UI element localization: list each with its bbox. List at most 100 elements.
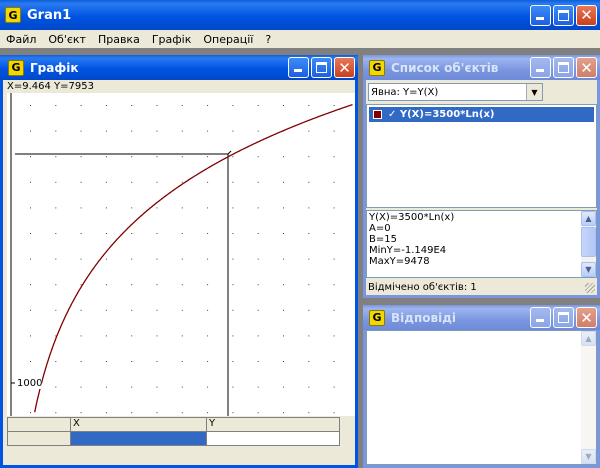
app-title-bar[interactable]: G Gran1 ✕ (0, 0, 600, 30)
grid-dot (283, 309, 284, 311)
graph-maximize-button[interactable] (311, 57, 332, 78)
detail-formula: Y(X)=3500*Ln(x) (369, 212, 455, 223)
grid-dot (257, 386, 259, 388)
grid-dot (207, 361, 209, 362)
values-table[interactable]: X Y (7, 417, 355, 447)
grid-dot (232, 207, 234, 209)
menu-graph[interactable]: Графік (146, 33, 198, 46)
answers-maximize-button[interactable] (553, 307, 574, 328)
answers-close-button[interactable]: ✕ (576, 307, 597, 328)
grid-dot (105, 412, 107, 414)
grid-dot (131, 105, 133, 106)
graph-window-icon: G (8, 59, 24, 76)
grid-dot (308, 412, 310, 414)
objects-close-button[interactable]: ✕ (576, 57, 597, 78)
scroll-up-icon[interactable]: ▲ (581, 211, 596, 226)
grid-dot (257, 361, 259, 362)
menu-file[interactable]: Файл (0, 33, 42, 46)
grid-dot (30, 207, 31, 209)
menu-help[interactable]: ? (259, 33, 277, 46)
grid-dot (80, 207, 82, 209)
function-type-select[interactable]: Явна: Y=Y(X) ▼ (368, 83, 543, 101)
graph-close-button[interactable]: ✕ (334, 57, 355, 78)
grid-dot (131, 284, 133, 286)
grid-dot (257, 156, 259, 158)
grid-dot (308, 233, 310, 234)
graph-minimize-button[interactable] (288, 57, 309, 78)
grid-dot (131, 258, 133, 260)
function-curve (34, 103, 353, 413)
grid-dot (80, 335, 82, 337)
cursor-marker (227, 150, 232, 155)
grid-dot (283, 284, 284, 286)
grid-dot (207, 309, 209, 311)
details-scrollbar[interactable]: ▲ ▼ (581, 211, 596, 277)
resize-grip-icon[interactable] (585, 283, 595, 293)
grid-dot (156, 412, 158, 414)
grid-dot (257, 309, 259, 311)
table-cell-y[interactable] (206, 431, 340, 446)
grid-dot (105, 130, 107, 132)
objects-maximize-button[interactable] (553, 57, 574, 78)
grid-dot (105, 258, 107, 260)
list-item[interactable]: ✓ Y(X)=3500*Ln(x) (369, 107, 594, 122)
grid-dot (30, 156, 31, 158)
grid-dot (30, 181, 31, 183)
plot-area[interactable]: 1000 (7, 93, 355, 416)
grid-dot (333, 207, 335, 209)
grid-dots (30, 105, 335, 414)
grid-dot (257, 233, 259, 234)
menu-edit[interactable]: Правка (92, 33, 146, 46)
answers-window-title-bar[interactable]: G Відповіді ✕ (363, 305, 600, 330)
grid-dot (308, 309, 310, 311)
answers-scroll-up-icon[interactable]: ▲ (581, 331, 596, 346)
objects-window-icon: G (369, 59, 385, 76)
grid-dot (181, 284, 183, 286)
grid-dot (232, 181, 234, 183)
menu-object[interactable]: Об'єкт (42, 33, 92, 46)
grid-dot (131, 309, 133, 311)
grid-dot (55, 386, 57, 388)
grid-dot (156, 130, 158, 132)
answers-minimize-button[interactable] (530, 307, 551, 328)
answers-scrollbar[interactable]: ▲ ▼ (581, 331, 596, 464)
grid-dot (131, 412, 133, 414)
grid-dot (308, 386, 310, 388)
grid-dot (207, 105, 209, 106)
grid-dot (257, 181, 259, 183)
menu-operations[interactable]: Операції (197, 33, 259, 46)
graph-window-title-bar[interactable]: G Графік ✕ (0, 55, 358, 80)
grid-dot (80, 233, 82, 234)
grid-dot (207, 156, 209, 158)
grid-dot (181, 156, 183, 158)
grid-dot (55, 284, 57, 286)
grid-dot (283, 105, 284, 106)
grid-dot (105, 284, 107, 286)
chevron-down-icon[interactable]: ▼ (526, 84, 542, 100)
grid-dot (131, 181, 133, 183)
scroll-thumb[interactable] (581, 227, 596, 257)
grid-dot (333, 284, 335, 286)
app-close-button[interactable]: ✕ (576, 4, 597, 26)
objects-window-title-bar[interactable]: G Список об'єктів ✕ (363, 55, 600, 80)
app-maximize-button[interactable] (553, 4, 574, 26)
grid-dot (131, 386, 133, 388)
objects-minimize-button[interactable] (530, 57, 551, 78)
grid-dot (257, 130, 259, 132)
grid-dot (181, 412, 183, 414)
grid-dot (333, 361, 335, 362)
grid-dot (232, 156, 234, 158)
grid-dot (80, 181, 82, 183)
y-tick-label: 1000 (17, 378, 43, 389)
table-corner-cell (7, 417, 71, 432)
answers-scroll-down-icon[interactable]: ▼ (581, 449, 596, 464)
grid-dot (333, 181, 335, 183)
table-cell-x[interactable] (70, 431, 207, 446)
grid-dot (308, 181, 310, 183)
answers-text-area[interactable]: ▲ ▼ (366, 330, 597, 465)
grid-dot (308, 105, 310, 106)
app-minimize-button[interactable] (530, 4, 551, 26)
objects-list[interactable]: ✓ Y(X)=3500*Ln(x) (366, 104, 597, 208)
scroll-down-icon[interactable]: ▼ (581, 262, 596, 277)
grid-dot (207, 233, 209, 234)
